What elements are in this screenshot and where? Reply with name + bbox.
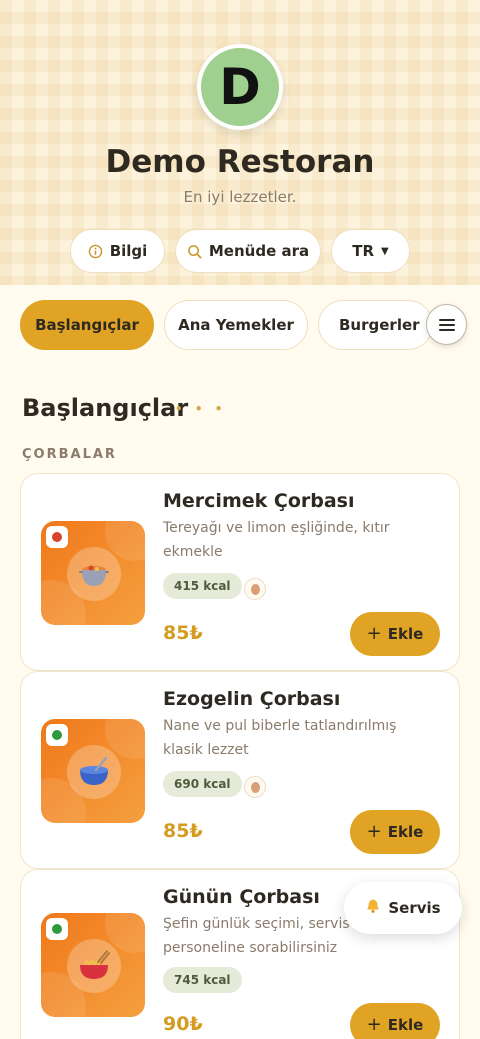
item-price: 85₺	[163, 820, 203, 842]
item-name: Mercimek Çorbası	[163, 490, 355, 512]
egg-icon	[244, 578, 266, 600]
plus-icon: +	[366, 1014, 382, 1035]
item-image	[41, 719, 145, 823]
add-label: Ekle	[387, 1016, 424, 1034]
hamburger-icon-line	[438, 328, 455, 331]
tab-label: Ana Yemekler	[178, 316, 294, 334]
item-name: Ezogelin Çorbası	[163, 688, 341, 710]
add-to-cart-button[interactable]: + Ekle	[350, 612, 440, 656]
item-name: Günün Çorbası	[163, 886, 320, 908]
plus-icon: +	[366, 623, 382, 644]
section-dots: • • •	[175, 402, 227, 416]
egg-shape	[250, 583, 260, 595]
language-selector[interactable]: TR ▼	[331, 229, 410, 273]
add-label: Ekle	[387, 625, 424, 643]
tab-ana-yemekler[interactable]: Ana Yemekler	[164, 300, 308, 350]
egg-shape	[250, 781, 260, 793]
kcal-badge: 415 kcal	[163, 573, 242, 599]
noodle-bowl-icon	[67, 939, 121, 993]
soup-bowl-icon	[67, 745, 121, 799]
restaurant-logo: D	[197, 44, 283, 130]
call-service-button[interactable]: Servis	[344, 882, 462, 934]
menu-item-card[interactable]: Mercimek Çorbası Tereyağı ve limon eşliğ…	[20, 473, 460, 671]
tab-burgerler[interactable]: Burgerler	[318, 300, 433, 350]
logo-letter: D	[219, 58, 261, 116]
add-to-cart-button[interactable]: + Ekle	[350, 810, 440, 854]
tab-baslangiclar[interactable]: Başlangıçlar	[20, 300, 154, 350]
egg-icon	[244, 776, 266, 798]
tab-label: Başlangıçlar	[35, 316, 139, 334]
hamburger-icon-line	[438, 323, 455, 326]
tab-label: Burgerler	[339, 316, 420, 334]
plus-icon: +	[366, 821, 382, 842]
item-description: Tereyağı ve limon eşliğinde, kıtır ekmek…	[163, 520, 390, 560]
category-menu-button[interactable]	[426, 304, 467, 345]
kcal-badge: 690 kcal	[163, 771, 242, 797]
chevron-down-icon: ▼	[381, 245, 389, 257]
diet-dot	[52, 730, 62, 740]
menu-item-card[interactable]: Ezogelin Çorbası Nane ve pul biberle tat…	[20, 671, 460, 869]
hamburger-icon	[438, 318, 455, 321]
add-label: Ekle	[387, 823, 424, 841]
subsection-title: ÇORBALAR	[22, 447, 117, 462]
search-icon	[187, 244, 202, 259]
info-label: Bilgi	[109, 242, 148, 260]
restaurant-tagline: En iyi lezzetler.	[183, 188, 297, 206]
item-description: Nane ve pul biberle tatlandırılmış klasi…	[163, 718, 397, 758]
item-image	[41, 913, 145, 1017]
item-price: 90₺	[163, 1013, 203, 1035]
info-button[interactable]: Bilgi	[70, 229, 165, 273]
service-label: Servis	[388, 899, 441, 917]
soup-pot-icon	[67, 547, 121, 601]
item-image	[41, 521, 145, 625]
add-to-cart-button[interactable]: + Ekle	[350, 1003, 440, 1039]
item-price: 85₺	[163, 622, 203, 644]
bell-icon	[365, 898, 381, 918]
diet-dot	[52, 924, 62, 934]
menu-search-button[interactable]: Menüde ara	[175, 229, 321, 273]
search-label: Menüde ara	[208, 242, 310, 260]
diet-indicator	[46, 724, 68, 746]
diet-dot	[52, 532, 62, 542]
info-icon	[88, 244, 103, 259]
diet-indicator	[46, 526, 68, 548]
restaurant-name: Demo Restoran	[105, 144, 375, 180]
section-title: Başlangıçlar	[22, 394, 189, 422]
kcal-badge: 745 kcal	[163, 967, 242, 993]
language-value: TR	[352, 242, 375, 260]
diet-indicator	[46, 918, 68, 940]
